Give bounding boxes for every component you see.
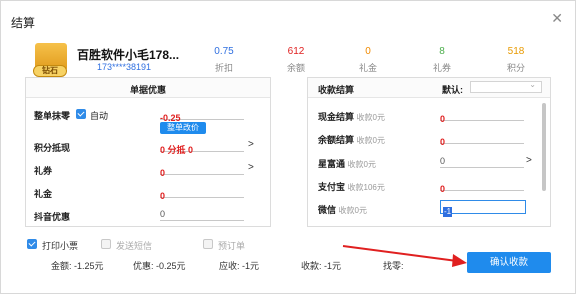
settlement-dialog: 结算 ✕ 钻石 百胜软件小毛178... 173****38191 0.75 折… <box>0 0 576 294</box>
annotation-arrow-icon <box>342 245 467 267</box>
confirm-payment-button[interactable]: 确认收款 <box>467 252 551 273</box>
